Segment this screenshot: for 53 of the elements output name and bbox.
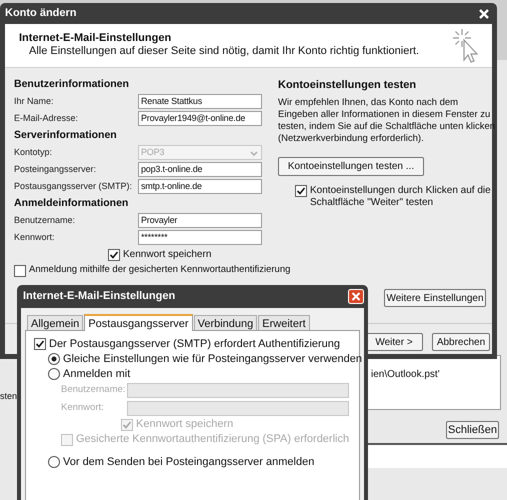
- tab[interactable]: Verbindung: [194, 315, 258, 330]
- radio-button[interactable]: [48, 456, 60, 468]
- field-label: Kennwort:: [14, 230, 56, 244]
- checkbox-label: Der Postausgangsserver (SMTP) erfordert Authentifizierung: [49, 336, 340, 352]
- checkbox-label: Kennwort speichern: [136, 417, 234, 432]
- radio-button[interactable]: [48, 353, 60, 365]
- close-icon[interactable]: [478, 8, 490, 20]
- field-label: Kontotyp:: [14, 146, 54, 159]
- input-field[interactable]: Provayler: [138, 213, 262, 228]
- section-heading: Benutzerinformationen: [14, 76, 130, 92]
- dialog-button[interactable]: Weiter >: [365, 333, 423, 351]
- checkbox[interactable]: [108, 248, 120, 260]
- input-field[interactable]: pop3.t-online.de: [138, 162, 262, 177]
- checkbox[interactable]: [34, 338, 46, 350]
- page-subtitle: Alle Einstellungen auf dieser Seite sind nötig, damit Ihr Konto richtig funktioniert.: [28, 45, 420, 58]
- radio-label: Vor dem Senden bei Posteingangsserver anmelden: [63, 454, 314, 470]
- tab[interactable]: Erweitert: [258, 315, 310, 330]
- sparkle-cursor-icon: [452, 28, 478, 63]
- checkbox-label: Kontoeinstellungen durch Klicken auf die Schaltfläche "Weiter" testen: [310, 185, 492, 209]
- window-title: Internet-E-Mail-Einstellungen: [23, 289, 176, 304]
- checkbox[interactable]: [14, 264, 26, 276]
- field-label: Postausgangsserver (SMTP):: [14, 180, 134, 193]
- field-label: Posteingangsserver:: [14, 162, 98, 176]
- tab[interactable]: Allgemein: [27, 315, 84, 330]
- dialog-button[interactable]: Abbrechen: [432, 333, 490, 351]
- test-button[interactable]: Kontoeinstellungen testen ...: [278, 157, 424, 176]
- field-label: E-Mail-Adresse:: [14, 112, 80, 125]
- chevron-icon: [249, 148, 259, 156]
- input-field[interactable]: smtp.t-online.de: [138, 179, 262, 194]
- field-label: Ihr Name:: [14, 94, 55, 108]
- field-label: Benutzername:: [14, 214, 76, 227]
- radio-label: Anmelden mit: [63, 366, 130, 382]
- checkbox-label: Anmeldung mithilfe der gesicherten Kennwortauthentifizierung: [29, 263, 290, 278]
- field-label: Kennwort:: [61, 401, 105, 416]
- tab[interactable]: Postausgangsserver: [84, 314, 193, 331]
- input-field[interactable]: Provayler1949@t-online.de: [138, 111, 262, 126]
- close-button[interactable]: Schließen: [446, 421, 499, 439]
- window-text: sten: [0, 390, 18, 403]
- checkbox[interactable]: [295, 185, 307, 197]
- file-path: ien\Outlook.pst': [371, 368, 440, 382]
- radio-label: Gleiche Einstellungen wie für Posteingangsserver verwenden: [63, 352, 362, 367]
- field-label: Benutzername:: [61, 383, 126, 398]
- checkbox-label: Kennwort speichern: [123, 248, 212, 262]
- section-heading: Serverinformationen: [14, 128, 118, 143]
- section-heading: Anmeldeinformationen: [14, 196, 130, 211]
- page-title: Internet-E-Mail-Einstellungen: [19, 32, 172, 45]
- radio-button[interactable]: [48, 368, 60, 380]
- input-field[interactable]: Renate Stattkus: [138, 94, 262, 109]
- input-field[interactable]: ********: [138, 230, 262, 245]
- window-title: Konto ändern: [5, 6, 76, 22]
- checkbox-label: Gesicherte Kennwortauthentifizierung (SPA) erforderlich: [76, 432, 350, 448]
- more-settings-button[interactable]: Weitere Einstellungen: [384, 289, 486, 307]
- section-heading: Kontoeinstellungen testen: [278, 78, 418, 93]
